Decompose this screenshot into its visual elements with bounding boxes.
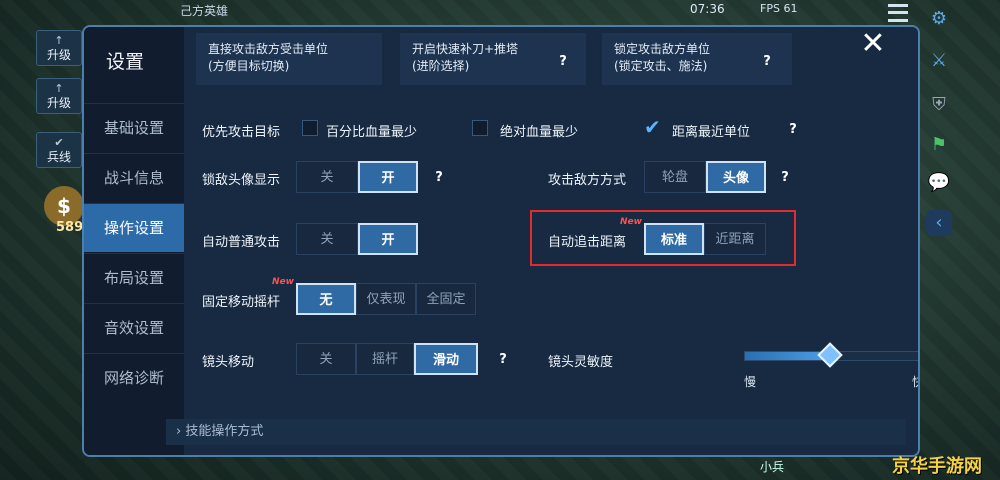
tip-line: (方便目标切换)	[208, 59, 290, 73]
tip-line: 开启快速补刀+推塔	[412, 42, 519, 56]
soldier-line-button[interactable]: ✔ 兵线	[36, 132, 82, 168]
camera-move-toggle: 关 摇杆 滑动	[296, 343, 478, 375]
sword-icon[interactable]: ⚔	[926, 48, 952, 74]
help-icon[interactable]: ?	[430, 169, 448, 187]
camera-move-swipe[interactable]: 滑动	[414, 343, 478, 375]
upgrade-button-1[interactable]: ↑ 升级	[36, 30, 82, 66]
watermark: 京华手游网	[892, 456, 982, 477]
help-icon[interactable]: ?	[784, 121, 802, 139]
help-icon[interactable]: ?	[758, 53, 776, 71]
nav-control-settings[interactable]: 操作设置	[84, 203, 184, 252]
tip-line: 锁定攻击敌方单位	[614, 42, 711, 56]
joystick-label: 固定移动摇杆	[202, 295, 281, 310]
nav-sound-settings[interactable]: 音效设置	[84, 303, 184, 352]
attack-mode-toggle: 轮盘 头像	[644, 161, 766, 193]
slider-max-label: 快	[912, 373, 918, 390]
tip-line: (锁定攻击、施法)	[614, 59, 708, 73]
auto-attack-on[interactable]: 开	[358, 223, 418, 255]
minion-label: 小兵	[760, 460, 785, 474]
slider-min-label: 慢	[744, 375, 757, 389]
settings-sidebar: 设置 基础设置 战斗信息 操作设置 布局设置 音效设置 网络诊断	[84, 27, 184, 455]
new-badge: New	[272, 277, 294, 287]
lock-avatar-label: 锁敌头像显示	[202, 173, 281, 188]
auto-attack-toggle: 关 开	[296, 223, 418, 255]
joystick-toggle: 无 仅表现 全固定	[296, 283, 476, 315]
nav-basic-settings[interactable]: 基础设置	[84, 103, 184, 152]
tip-direct-attack: 直接攻击敌方受击单位 (方便目标切换)	[196, 33, 382, 85]
dialog-title: 设置	[106, 51, 145, 73]
highlight-box	[530, 210, 796, 266]
upgrade-label: 升级	[46, 96, 71, 110]
help-icon[interactable]: ?	[776, 169, 794, 187]
close-button[interactable]: ✕	[856, 29, 890, 63]
menu-icon[interactable]	[888, 4, 908, 22]
lock-avatar-off[interactable]: 关	[296, 161, 358, 193]
checkbox-lowest-absolute-hp[interactable]	[472, 120, 488, 136]
upgrade-label: 升级	[46, 48, 71, 62]
up-arrow-icon: ↑	[54, 82, 64, 95]
chat-icon[interactable]: 💬	[926, 170, 952, 196]
help-icon[interactable]: ?	[494, 351, 512, 369]
option-nearest-unit: 距离最近单位	[672, 125, 751, 140]
match-timer: 07:36	[690, 2, 725, 16]
option-lowest-percent-hp: 百分比血量最少	[326, 125, 418, 140]
tip-line: 直接攻击敌方受击单位	[208, 42, 329, 56]
gear-icon[interactable]: ⚙	[926, 6, 952, 32]
priority-target-label: 优先攻击目标	[202, 125, 281, 140]
option-lowest-absolute-hp: 绝对血量最少	[500, 125, 579, 140]
skill-control-section[interactable]: › 技能操作方式	[166, 419, 906, 445]
chevron-right-icon: ›	[176, 424, 182, 439]
upgrade-button-2[interactable]: ↑ 升级	[36, 78, 82, 114]
team-heroes-label: 己方英雄	[180, 4, 229, 18]
slider-knob[interactable]	[817, 342, 844, 368]
auto-attack-off[interactable]: 关	[296, 223, 358, 255]
attack-mode-avatar[interactable]: 头像	[706, 161, 766, 193]
flag-icon[interactable]: ⚑	[926, 132, 952, 158]
shield-icon[interactable]: ⛨	[926, 92, 952, 118]
nav-network-diagnosis[interactable]: 网络诊断	[84, 353, 184, 402]
gold-amount: 589	[56, 220, 84, 235]
joystick-fully-fixed[interactable]: 全固定	[416, 283, 476, 315]
attack-mode-wheel[interactable]: 轮盘	[644, 161, 706, 193]
section-label: 技能操作方式	[185, 424, 264, 439]
camera-sensitivity-label: 镜头灵敏度	[548, 355, 614, 370]
up-arrow-icon: ↑	[54, 34, 64, 47]
checkbox-lowest-percent-hp[interactable]	[302, 120, 318, 136]
soldier-label: 兵线	[46, 150, 71, 164]
lock-avatar-toggle: 关 开	[296, 161, 418, 193]
camera-move-joystick[interactable]: 摇杆	[356, 343, 414, 375]
tip-line: (进阶选择)	[412, 59, 470, 73]
camera-move-label: 镜头移动	[202, 355, 255, 370]
joystick-none[interactable]: 无	[296, 283, 356, 315]
settings-dialog: 设置 基础设置 战斗信息 操作设置 布局设置 音效设置 网络诊断 ✕ 直接攻击敌…	[82, 25, 920, 457]
auto-attack-label: 自动普通攻击	[202, 235, 281, 250]
nav-battle-info[interactable]: 战斗信息	[84, 153, 184, 202]
camera-move-off[interactable]: 关	[296, 343, 356, 375]
chevron-left-icon[interactable]: ‹	[926, 210, 952, 236]
help-icon[interactable]: ?	[554, 53, 572, 71]
attack-mode-label: 攻击敌方方式	[548, 173, 627, 188]
checkbox-nearest-unit[interactable]: ✔	[644, 117, 661, 137]
joystick-visual-only[interactable]: 仅表现	[356, 283, 416, 315]
nav-layout-settings[interactable]: 布局设置	[84, 253, 184, 302]
check-icon: ✔	[54, 136, 64, 149]
camera-sensitivity-slider[interactable]	[744, 342, 918, 368]
lock-avatar-on[interactable]: 开	[358, 161, 418, 193]
fps-readout: FPS 61	[760, 2, 798, 15]
